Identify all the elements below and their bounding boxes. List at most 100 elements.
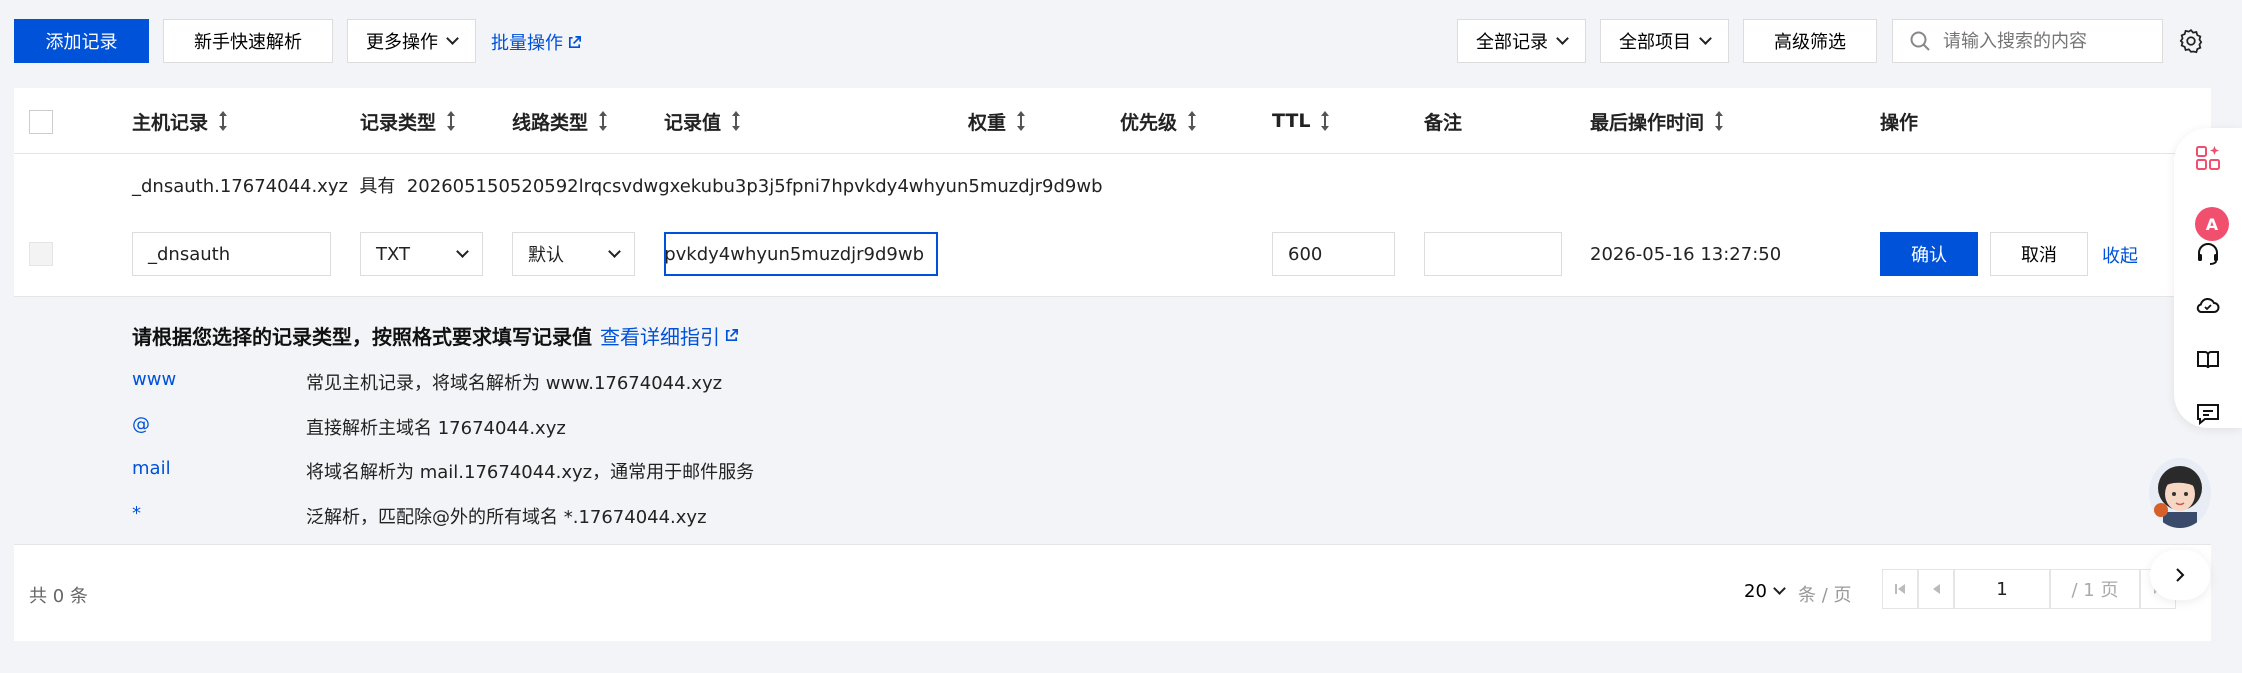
page-number-input[interactable]: 1 [1954, 569, 2050, 609]
col-value[interactable]: 记录值 [664, 88, 741, 154]
type-select[interactable]: TXT [360, 232, 483, 276]
hint-row: * 泛解析，匹配除@外的所有域名 *.17674044.xyz [132, 503, 707, 529]
col-weight-label: 权重 [968, 111, 1007, 134]
col-time-label: 最后操作时间 [1590, 111, 1705, 134]
line-value: 默认 [528, 245, 564, 266]
hint-desc: 直接解析主域名 17674044.xyz [306, 418, 566, 439]
hint-key: mail [132, 458, 171, 479]
cancel-button[interactable]: 取消 [1990, 232, 2088, 276]
col-remark: 备注 [1424, 88, 1462, 154]
row-checkbox [29, 242, 53, 266]
feedback-icon[interactable] [2174, 392, 2242, 436]
col-actions-label: 操作 [1880, 111, 1919, 134]
collapse-link[interactable]: 收起 [2102, 242, 2138, 268]
format-hint-block: 请根据您选择的记录类型，按照格式要求填写记录值 查看详细指引 www 常见主机记录… [14, 296, 2211, 544]
hint-desc: 常见主机记录，将域名解析为 www.17674044.xyz [306, 373, 723, 394]
confirm-button[interactable]: 确认 [1880, 232, 1978, 276]
chevron-down-icon [1556, 31, 1569, 45]
chevron-right-icon [2176, 568, 2185, 582]
search-input[interactable] [1943, 30, 2143, 52]
ttl-input[interactable]: 600 [1272, 232, 1395, 276]
guide-link-label: 查看详细指引 [600, 325, 720, 349]
hint-title: 请根据您选择的记录类型，按照格式要求填写记录值 [132, 325, 592, 349]
all-items-dropdown[interactable]: 全部项目 [1600, 19, 1729, 63]
assistant-avatar[interactable] [2149, 458, 2211, 528]
chevron-down-icon [446, 31, 459, 45]
hint-row: mail 将域名解析为 mail.17674044.xyz，通常用于邮件服务 [132, 458, 754, 484]
hint-row: www 常见主机记录，将域名解析为 www.17674044.xyz [132, 369, 722, 395]
cloud-icon[interactable] [2174, 284, 2242, 328]
search-box[interactable] [1892, 19, 2163, 63]
info-value: 202605150520592lrqcsvdwgxekubu3p3j5fpni7… [406, 176, 1103, 197]
line-select[interactable]: 默认 [512, 232, 635, 276]
total-pages: / 1 页 [2050, 569, 2140, 609]
per-page-label: 条 / 页 [1798, 585, 1852, 606]
hint-key: www [132, 369, 177, 390]
external-link-icon [725, 329, 738, 342]
col-time[interactable]: 最后操作时间 [1590, 88, 1724, 154]
col-ttl[interactable]: TTL [1272, 88, 1330, 154]
chevron-down-icon [1699, 31, 1712, 45]
sort-icon [1320, 111, 1330, 131]
first-page-button[interactable] [1882, 569, 1918, 609]
all-records-label: 全部记录 [1476, 32, 1548, 53]
hint-desc: 将域名解析为 mail.17674044.xyz，通常用于邮件服务 [306, 462, 755, 483]
total-count: 共 0 条 [29, 586, 88, 607]
add-record-button[interactable]: 添加记录 [14, 19, 149, 63]
apps-icon[interactable] [2174, 136, 2242, 180]
chevron-down-icon [456, 244, 469, 258]
gear-icon[interactable] [2178, 28, 2204, 54]
col-value-label: 记录值 [664, 111, 722, 134]
guide-link[interactable]: 查看详细指引 [600, 321, 739, 350]
col-ttl-label: TTL [1272, 110, 1311, 132]
prev-page-button[interactable] [1918, 569, 1954, 609]
select-all-checkbox[interactable] [29, 110, 53, 134]
more-ops-label: 更多操作 [366, 32, 438, 53]
sort-icon [731, 111, 741, 131]
book-icon[interactable] [2174, 338, 2242, 382]
more-ops-dropdown[interactable]: 更多操作 [347, 19, 476, 63]
sort-icon [1714, 111, 1724, 131]
prev-page-icon [1933, 584, 1940, 594]
sort-icon [446, 111, 456, 131]
col-type[interactable]: 记录类型 [360, 88, 456, 154]
all-records-dropdown[interactable]: 全部记录 [1457, 19, 1586, 63]
edit-row: _dnsauth TXT 默认 7hpvkdy4whyun5muzdjr9d9w… [14, 208, 2211, 296]
hint-desc: 泛解析，匹配除@外的所有域名 *.17674044.xyz [306, 507, 707, 528]
sort-icon [1187, 111, 1197, 131]
host-input[interactable]: _dnsauth [132, 232, 331, 276]
col-priority-label: 优先级 [1120, 111, 1178, 134]
hint-key: @ [132, 414, 150, 435]
batch-ops-link[interactable]: 批量操作 [491, 29, 582, 55]
batch-ops-label: 批量操作 [491, 33, 563, 54]
quick-setup-button[interactable]: 新手快速解析 [163, 19, 333, 63]
external-link-icon [568, 35, 581, 48]
col-line[interactable]: 线路类型 [512, 88, 608, 154]
col-host-label: 主机记录 [132, 111, 209, 134]
expand-button[interactable] [2150, 550, 2210, 600]
headset-icon[interactable] [2174, 232, 2242, 276]
col-priority[interactable]: 优先级 [1120, 88, 1197, 154]
records-panel: 主机记录 记录类型 线路类型 记录值 权重 优先级 TTL 备注 最后操作时间 … [14, 88, 2211, 641]
page-size-value: 20 [1744, 581, 1767, 602]
sort-icon [598, 111, 608, 131]
hint-row: @ 直接解析主域名 17674044.xyz [132, 414, 566, 440]
last-op-time: 2026-05-16 13:27:50 [1590, 244, 1782, 265]
type-value: TXT [376, 243, 411, 265]
record-info-line: _dnsauth.17674044.xyz 具有 202605150520592… [132, 172, 1103, 198]
chevron-down-icon [1773, 582, 1786, 595]
col-host[interactable]: 主机记录 [132, 88, 228, 154]
col-weight[interactable]: 权重 [968, 88, 1026, 154]
sort-icon [218, 111, 228, 131]
advanced-filter-button[interactable]: 高级筛选 [1743, 19, 1877, 63]
hint-title-row: 请根据您选择的记录类型，按照格式要求填写记录值 查看详细指引 [132, 321, 739, 350]
table-header: 主机记录 记录类型 线路类型 记录值 权重 优先级 TTL 备注 最后操作时间 … [14, 88, 2211, 154]
sort-icon [1016, 111, 1026, 131]
info-has: 具有 [359, 176, 396, 197]
pagination-bar: 共 0 条 20 条 / 页 1 / 1 页 [14, 544, 2211, 641]
value-input[interactable]: 7hpvkdy4whyun5muzdjr9d9wb [664, 232, 938, 276]
page-size-select[interactable]: 20 [1744, 581, 1786, 602]
remark-input[interactable] [1424, 232, 1562, 276]
all-items-label: 全部项目 [1619, 32, 1691, 53]
info-domain: _dnsauth.17674044.xyz [132, 176, 348, 197]
